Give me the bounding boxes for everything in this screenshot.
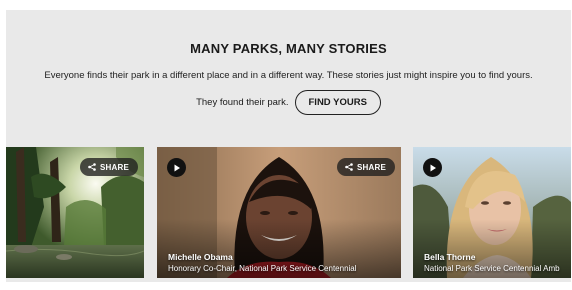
share-button[interactable]: SHARE xyxy=(80,158,139,176)
story-card-forest[interactable]: SHARE xyxy=(6,147,144,278)
story-card-michelle-obama[interactable]: SHARE Michelle Obama Honorary Co-Chair, … xyxy=(157,147,401,278)
share-button[interactable]: SHARE xyxy=(337,158,396,176)
section-title: MANY PARKS, MANY STORIES xyxy=(190,41,387,56)
person-role: National Park Service Centennial Amb xyxy=(424,264,560,273)
play-button[interactable] xyxy=(423,158,442,177)
play-icon xyxy=(430,164,436,171)
section-intro: Everyone finds their park in a different… xyxy=(44,70,533,81)
person-name: Michelle Obama xyxy=(168,252,233,262)
cta-prompt: They found their park. xyxy=(196,97,289,108)
share-label: SHARE xyxy=(100,162,130,172)
play-icon xyxy=(174,164,180,171)
card-caption: Michelle Obama Honorary Co-Chair, Nation… xyxy=(168,252,357,273)
story-card-bella-thorne[interactable]: Bella Thorne National Park Service Cente… xyxy=(413,147,571,278)
share-label: SHARE xyxy=(357,162,387,172)
share-icon xyxy=(345,163,353,171)
find-yours-button[interactable]: FIND YOURS xyxy=(294,90,381,115)
person-name: Bella Thorne xyxy=(424,252,476,262)
card-caption: Bella Thorne National Park Service Cente… xyxy=(424,252,560,273)
share-icon xyxy=(88,163,96,171)
stories-section: MANY PARKS, MANY STORIES Everyone finds … xyxy=(6,10,571,282)
person-role: Honorary Co-Chair, National Park Service… xyxy=(168,264,357,273)
cta-row: They found their park. FIND YOURS xyxy=(6,89,571,116)
play-button[interactable] xyxy=(167,158,186,177)
